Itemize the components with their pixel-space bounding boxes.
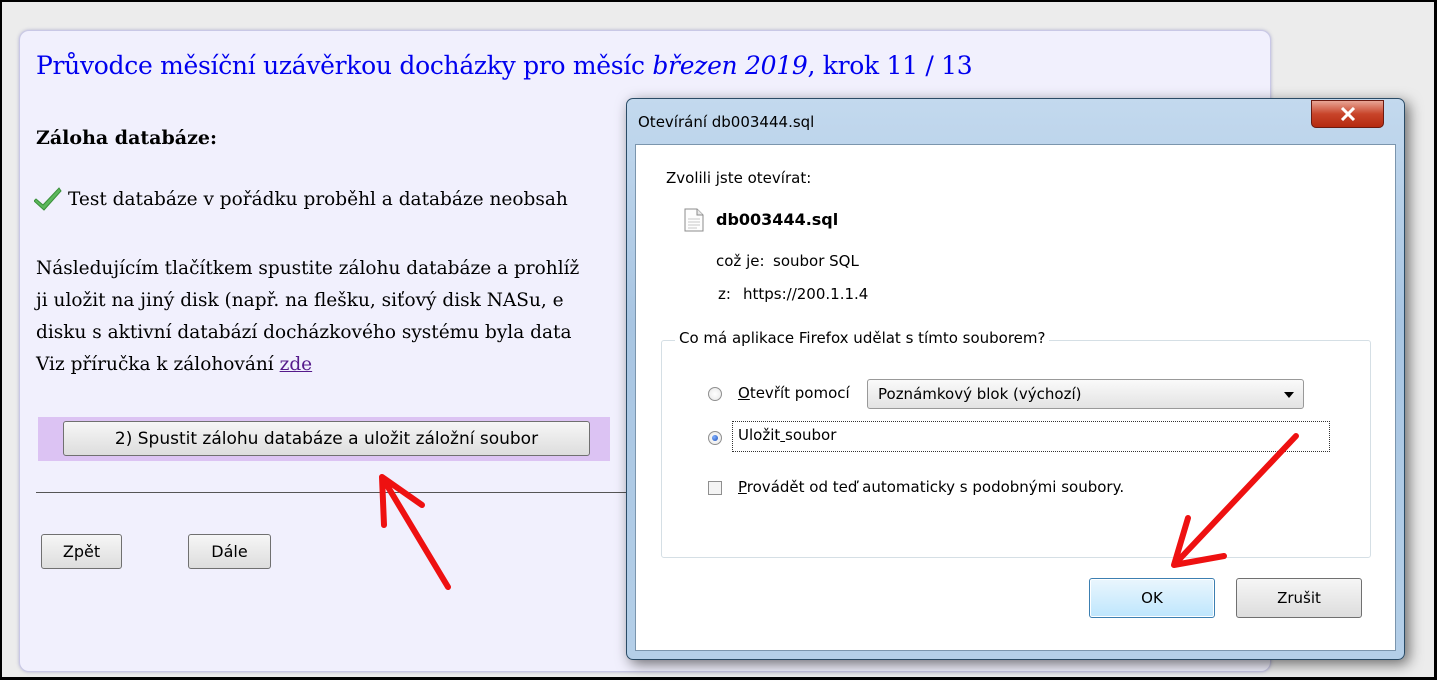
back-button[interactable]: Zpět bbox=[41, 534, 122, 569]
paragraph-line-4: Viz příručka k zálohování zde bbox=[36, 354, 312, 375]
open-with-select-value: Poznámkový blok (výchozí) bbox=[878, 385, 1082, 403]
chevron-down-icon bbox=[1284, 392, 1294, 398]
close-icon bbox=[1340, 107, 1355, 121]
auto-label[interactable]: Provádět od teď automaticky s podobnými … bbox=[738, 478, 1124, 496]
dialog-content: Zvolili jste otevírat: db003444.sql což … bbox=[635, 144, 1396, 651]
file-type-label: což je: bbox=[716, 252, 765, 270]
open-with-label[interactable]: Otevřít pomocí bbox=[738, 384, 850, 402]
open-with-radio[interactable] bbox=[708, 387, 722, 401]
save-file-radio[interactable] bbox=[708, 431, 722, 445]
file-type-value: soubor SQL bbox=[773, 252, 859, 270]
file-source-value: https://200.1.1.4 bbox=[743, 285, 869, 303]
divider bbox=[36, 492, 636, 493]
dialog-title: Otevírání db003444.sql bbox=[638, 113, 815, 131]
backup-button[interactable]: 2) Spustit zálohu databáze a uložit zálo… bbox=[63, 421, 590, 456]
file-name: db003444.sql bbox=[716, 210, 839, 229]
file-icon bbox=[684, 208, 704, 232]
wizard-title: Průvodce měsíční uzávěrkou docházky pro … bbox=[36, 51, 973, 80]
manual-link[interactable]: zde bbox=[280, 354, 313, 375]
cancel-button[interactable]: Zrušit bbox=[1236, 578, 1362, 618]
action-question: Co má aplikace Firefox udělat s tímto so… bbox=[675, 329, 1050, 347]
status-text: Test databáze v pořádku proběhl a databá… bbox=[68, 189, 568, 210]
open-file-dialog: Otevírání db003444.sql Zvolili jste otev… bbox=[626, 98, 1405, 660]
paragraph-line-2: ji uložit na jiný disk (např. na flešku,… bbox=[36, 290, 564, 311]
close-button[interactable] bbox=[1311, 100, 1384, 128]
save-file-label[interactable]: Uložit soubor bbox=[738, 426, 836, 444]
open-with-select[interactable]: Poznámkový blok (výchozí) bbox=[867, 379, 1304, 409]
dialog-intro: Zvolili jste otevírat: bbox=[666, 169, 812, 187]
paragraph-line-4-text: Viz příručka k zálohování bbox=[36, 354, 280, 375]
ok-button[interactable]: OK bbox=[1089, 578, 1215, 618]
file-source-label: z: bbox=[718, 285, 731, 303]
checkmark-icon bbox=[34, 187, 62, 211]
next-button[interactable]: Dále bbox=[188, 534, 271, 569]
paragraph-line-3: disku s aktivní databází docházkového sy… bbox=[36, 322, 572, 343]
auto-checkbox[interactable] bbox=[708, 481, 722, 495]
section-heading: Záloha databáze: bbox=[36, 127, 217, 149]
paragraph-line-1: Následujícím tlačítkem spustite zálohu d… bbox=[36, 258, 580, 279]
